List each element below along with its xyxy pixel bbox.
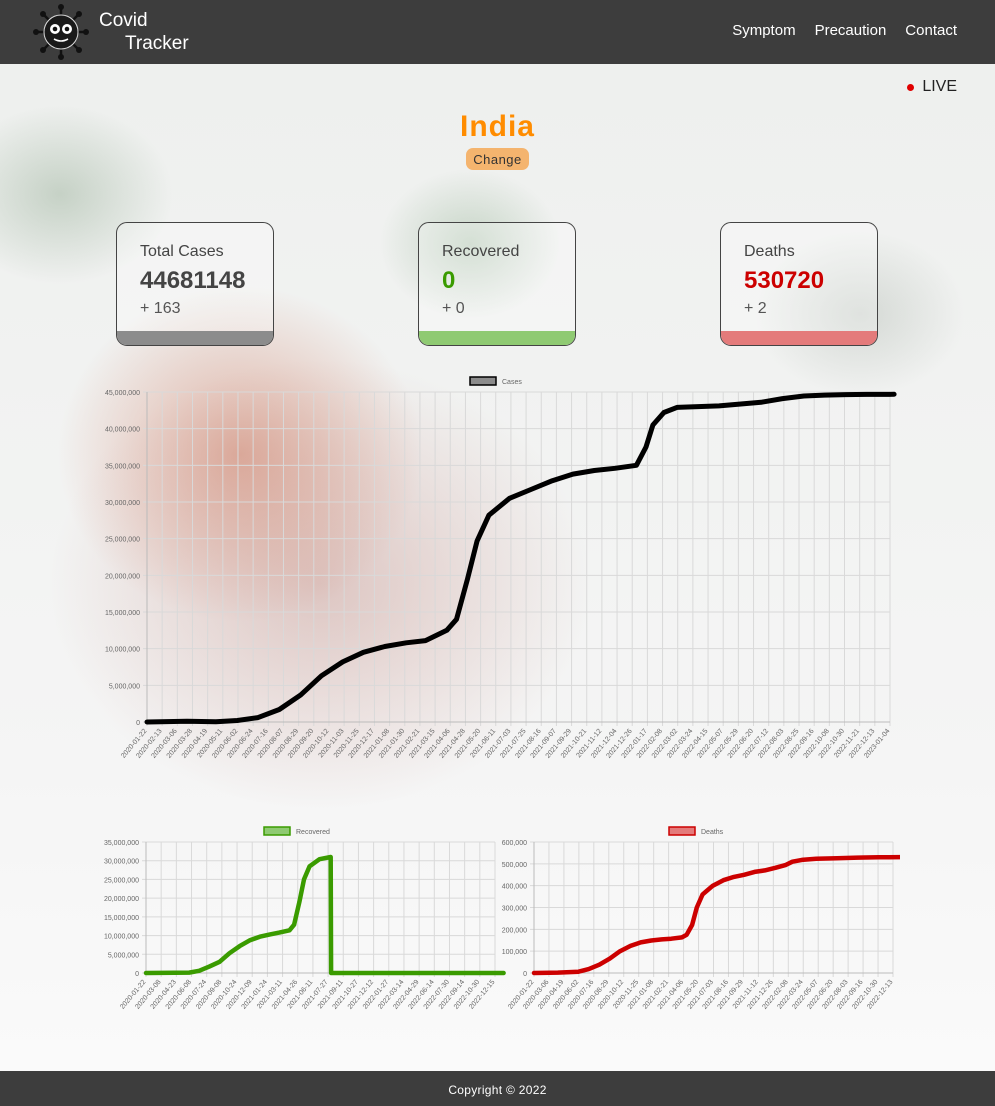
top-navbar: Covid Tracker Symptom Precaution Contact <box>0 0 995 64</box>
recovered-label: Recovered <box>442 243 520 260</box>
series-line-cases <box>144 391 897 725</box>
y-tick-label: 5,000,000 <box>108 952 139 959</box>
legend-swatch <box>263 826 291 836</box>
y-tick-label: 15,000,000 <box>105 610 140 617</box>
y-tick-label: 35,000,000 <box>105 463 140 470</box>
y-tick-label: 45,000,000 <box>105 390 140 397</box>
y-tick-label: 0 <box>135 971 139 978</box>
total-cases-value: 44681148 <box>140 267 246 294</box>
y-tick-label: 200,000 <box>502 927 527 934</box>
y-tick-label: 0 <box>523 971 527 978</box>
y-tick-label: 400,000 <box>502 884 527 891</box>
total-cases-label: Total Cases <box>140 243 224 260</box>
deaths-card: Deaths 530720 + 2 <box>720 222 878 346</box>
y-tick-label: 5,000,000 <box>109 683 140 690</box>
y-tick-label: 600,000 <box>502 840 527 847</box>
recovered-bar <box>419 331 575 345</box>
brand-name-line1: Covid <box>99 10 148 31</box>
country-title: India <box>459 110 535 143</box>
cases-chart: 0 5,000,000 10,000,000 15,000,000 20,000,000… <box>105 376 897 760</box>
main-nav: Symptom Precaution Contact <box>732 22 957 39</box>
y-tick-label: 20,000,000 <box>105 573 140 580</box>
total-cases-delta: + 163 <box>140 300 181 317</box>
deaths-value: 530720 <box>744 267 825 294</box>
legend-swatch <box>668 826 696 836</box>
y-tick-label: 30,000,000 <box>105 500 140 507</box>
legend-label: Recovered <box>296 829 330 836</box>
y-tick-label: 500,000 <box>502 862 527 869</box>
deaths-label: Deaths <box>744 243 795 260</box>
recovered-delta: + 0 <box>442 300 465 317</box>
series-line-deaths <box>531 854 900 976</box>
legend-label: Deaths <box>701 829 724 836</box>
y-tick-label: 25,000,000 <box>105 537 140 544</box>
copyright-text: Copyright © 2022 <box>448 1083 547 1097</box>
nav-link-contact[interactable]: Contact <box>905 22 957 39</box>
y-tick-label: 0 <box>136 720 140 727</box>
live-indicator: LIVE <box>907 78 957 96</box>
y-tick-label: 30,000,000 <box>104 859 139 866</box>
y-tick-label: 10,000,000 <box>104 934 139 941</box>
deaths-chart: 0 100,000 200,000 300,000 400,000 500,000 600,… <box>502 826 900 1011</box>
y-tick-label: 20,000,000 <box>104 896 139 903</box>
change-country-button[interactable]: Change <box>466 148 529 170</box>
footer: Copyright © 2022 <box>0 1071 995 1106</box>
legend-swatch <box>469 376 497 386</box>
legend-label: Cases <box>502 379 522 386</box>
y-tick-label: 40,000,000 <box>105 427 140 434</box>
recovered-chart: 0 5,000,000 10,000,000 15,000,000 20,000,000… <box>104 826 506 1011</box>
y-tick-label: 15,000,000 <box>104 915 139 922</box>
live-label: LIVE <box>922 78 957 95</box>
y-tick-label: 25,000,000 <box>104 877 139 884</box>
y-tick-label: 35,000,000 <box>104 840 139 847</box>
nav-link-precaution[interactable]: Precaution <box>815 22 887 39</box>
deaths-delta: + 2 <box>744 300 767 317</box>
live-dot-icon <box>907 83 915 91</box>
recovered-card: Recovered 0 + 0 <box>418 222 576 346</box>
virus-logo-icon <box>33 4 89 60</box>
total-cases-bar <box>117 331 273 345</box>
y-tick-label: 300,000 <box>502 906 527 913</box>
brand-name-line2: Tracker <box>125 33 189 54</box>
recovered-value: 0 <box>442 267 456 294</box>
y-tick-label: 100,000 <box>502 949 527 956</box>
deaths-bar <box>721 331 877 345</box>
nav-link-symptom[interactable]: Symptom <box>732 22 795 39</box>
y-tick-label: 10,000,000 <box>105 647 140 654</box>
total-cases-card: Total Cases 44681148 + 163 <box>116 222 274 346</box>
